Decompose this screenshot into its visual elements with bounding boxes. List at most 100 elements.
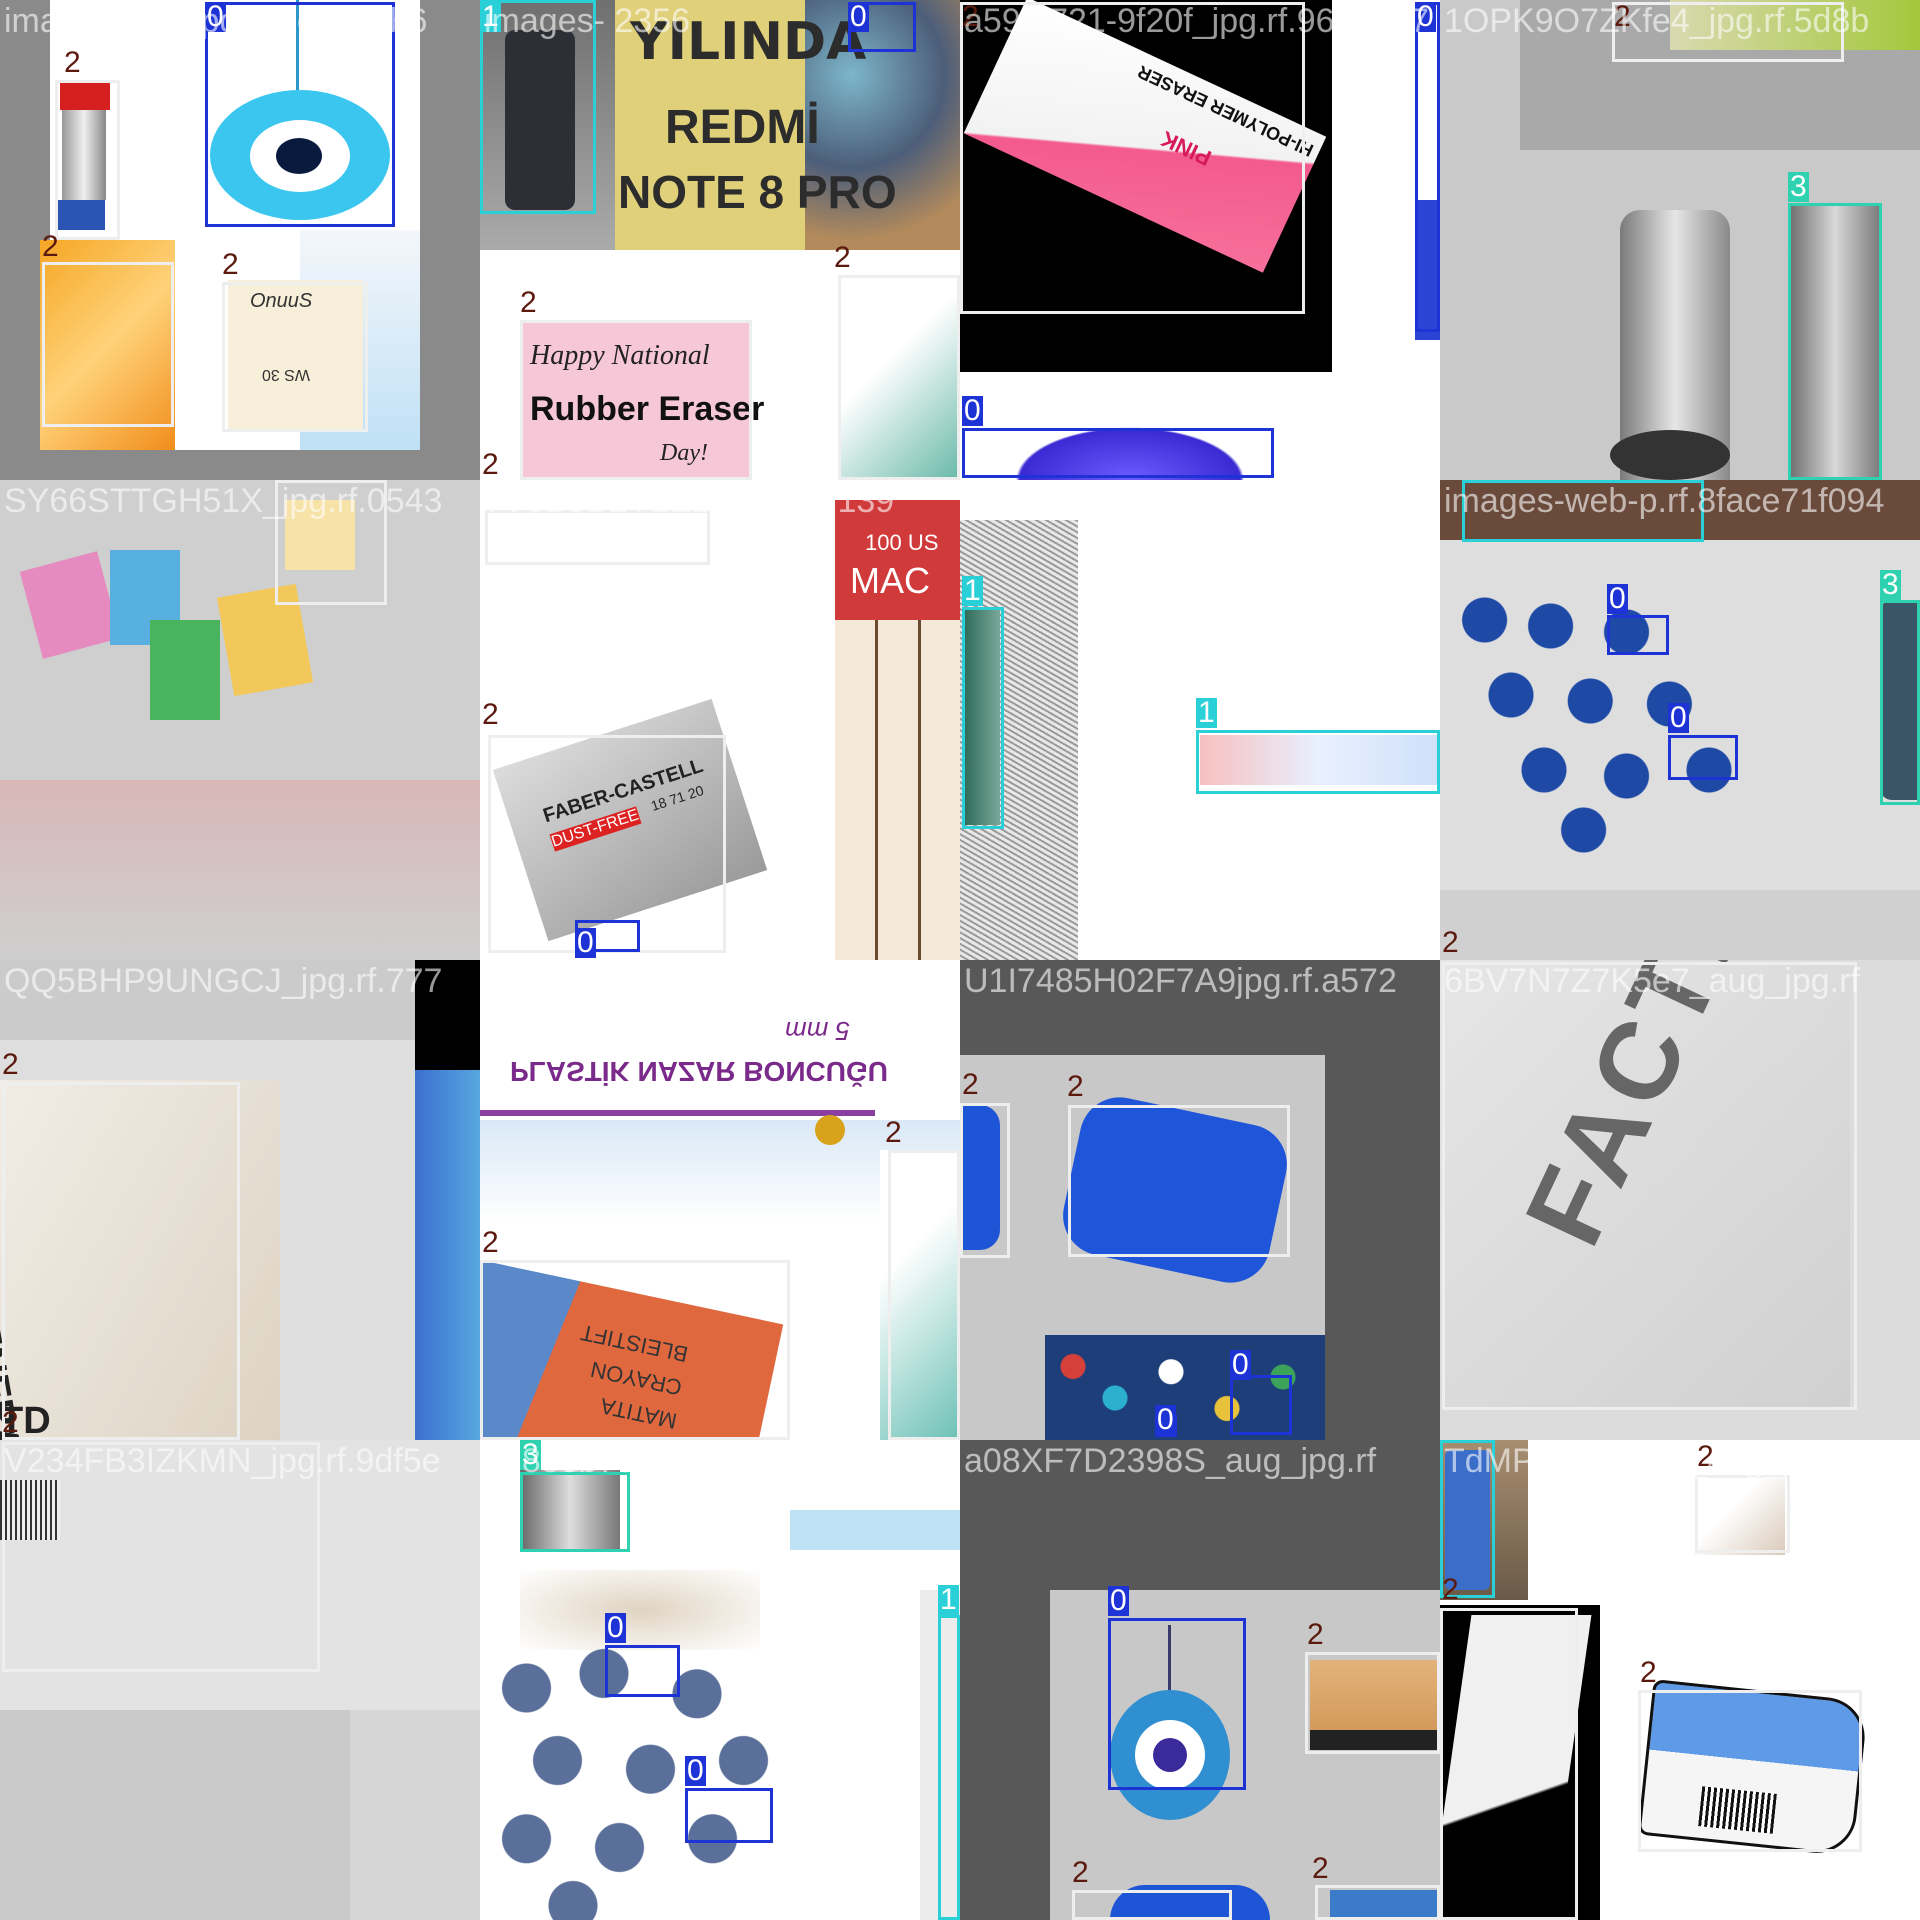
bbox	[1108, 1618, 1246, 1790]
bbox-label: 3	[1788, 170, 1809, 203]
bbox	[55, 80, 120, 240]
tile-filename: SY66STTGH51X_jpg.rf.0543	[4, 482, 443, 520]
bbox	[1442, 962, 1857, 1410]
bbox-label: 2	[42, 230, 59, 263]
bbox-label: 2	[1307, 1618, 1324, 1651]
tile-12: 2 V234FB3IZKMN_jpg.rf.9df5e	[0, 1440, 480, 1920]
bbox	[685, 1788, 773, 1843]
tile-10: 2 2 0 0 U1I7485H02F7A9jpg.rf.a572	[960, 960, 1440, 1440]
bbox-label: 0	[962, 394, 983, 427]
tile-3: 2 3 1OPK9O7ZKfe4_jpg.rf.5d8b	[1440, 0, 1920, 480]
bbox-label: 0	[1607, 582, 1628, 615]
bbox	[1068, 1105, 1290, 1257]
bbox-label: 2	[834, 241, 851, 274]
bbox	[962, 428, 1274, 478]
tile-4: 2 SY66STTGH51X_jpg.rf.0543	[0, 480, 480, 960]
bbox-label: 2	[1072, 1856, 1089, 1889]
tile-filename: a08XF7D2398S_aug_jpg.rf	[964, 1442, 1377, 1480]
tile-filename: 6BV7N7Z7K5e7_aug_jpg.rf	[1444, 962, 1860, 1000]
bbox-label: 1	[962, 574, 983, 607]
bbox	[1880, 600, 1920, 805]
bbox-label: 3	[1880, 568, 1901, 601]
bbox-label: 1	[938, 1583, 959, 1616]
bbox-label: 2	[520, 286, 537, 319]
bbox	[838, 275, 960, 480]
tile-14: 0 2 2 2 a08XF7D2398S_aug_jpg.rf	[960, 1440, 1440, 1920]
mosaic-grid: OnuuS WS 30 0 2 2 2 images-13-_jpg.rf.6c…	[0, 0, 1920, 1920]
bbox	[888, 1150, 960, 1440]
bbox	[520, 320, 752, 480]
bbox	[962, 607, 1004, 829]
tile-1-text-1: REDMİ	[665, 101, 820, 154]
bbox	[480, 1260, 790, 1440]
bbox	[1607, 615, 1669, 655]
bbox	[1788, 203, 1882, 480]
bbox	[42, 262, 174, 427]
bbox-label: 0	[1155, 1403, 1176, 1436]
bbox-label: 2	[482, 698, 499, 731]
bbox	[1668, 735, 1738, 780]
bbox-label: 2	[222, 248, 239, 281]
tile-5-text-0: 100 US	[865, 530, 939, 555]
bbox-label: 2	[482, 1226, 499, 1259]
tile-1: YILINDA REDMİ NOTE 8 PRO Happy National …	[480, 0, 960, 480]
bbox-label: 0	[1668, 701, 1689, 734]
tile-filename: a59 1721-9f20f_jpg.rf.96a0987	[964, 2, 1430, 40]
tile-filename: images- 2356	[484, 2, 691, 40]
bbox	[520, 1472, 630, 1552]
bbox-label: 0	[685, 1754, 706, 1787]
tile-1-text-2: NOTE 8 PRO	[618, 166, 897, 218]
bbox	[605, 1645, 680, 1697]
bbox-label: 2	[482, 448, 499, 480]
bbox-label: 2	[1442, 1573, 1459, 1606]
bbox-label: 2	[885, 1116, 902, 1149]
bbox	[2, 1082, 240, 1440]
tile-filename: 7V5B3B2Y1EB1_jpg.rf.139	[484, 482, 895, 520]
tile-5: 100 US MAC FABER-CASTELL DUST-FREE 18 71…	[480, 480, 960, 960]
tile-filename: images-web-p.rf.8face71f094	[1444, 482, 1885, 520]
tile-11: FACTIS 2 6BV7N7Z7K5e7_aug_jpg.rf	[1440, 960, 1920, 1440]
tile-8: GENERA TD 2 2 QQ5BHP9UNGCJ_jpg.rf.777	[0, 960, 480, 1440]
tile-filename: TdMPTUMB595_aug_jpg.rf	[1444, 1442, 1858, 1480]
bbox	[1638, 1690, 1862, 1852]
tile-15: 1 2 2 2 TdMPTUMB595_aug_jpg.rf	[1440, 1440, 1920, 1920]
tile-filename: e2836b78547c_jpg.rf.e8f34	[484, 1442, 899, 1480]
bbox-label: 2	[1067, 1070, 1084, 1103]
tile-filename: QQ5BHP9UNGCJ_jpg.rf.777	[4, 962, 443, 1000]
tile-9-text-0: 5 mm	[785, 1016, 850, 1046]
bbox	[960, 2, 1305, 314]
tile-0: OnuuS WS 30 0 2 2 2 images-13-_jpg.rf.6c…	[0, 0, 480, 480]
bbox-label: 2	[962, 1068, 979, 1101]
tile-7: 1 0 0 3 2 images-web-p.rf.8face71f094	[1440, 480, 1920, 960]
tile-filename: e30c13e-pasa-celik-t	[964, 482, 1280, 520]
bbox-label: 0	[575, 926, 596, 959]
tile-9: 5 mm PLASTİK NAZAR BONCUĞU BLEISTIFT CRA…	[480, 960, 960, 1440]
bbox	[1415, 2, 1440, 332]
bbox	[960, 1103, 1010, 1258]
tile-filename: dY5Ba8dd2d5_jpg.rf.a5c	[484, 962, 859, 1000]
bbox-label: 1	[1196, 696, 1217, 729]
bbox	[1315, 1885, 1440, 1920]
tile-13: 3 0 0 1 e2836b78547c_jpg.rf.e8f34	[480, 1440, 960, 1920]
bbox	[938, 1615, 960, 1920]
bbox-label: 0	[1108, 1584, 1129, 1617]
tile-filename: 1OPK9O7ZKfe4_jpg.rf.5d8b	[1444, 2, 1870, 40]
bbox-label: 0	[1230, 1348, 1251, 1381]
bbox-label: 2	[1312, 1852, 1329, 1885]
tile-5-text-1: MAC	[850, 560, 930, 601]
bbox	[1230, 1375, 1292, 1435]
tile-filename: V234FB3IZKMN_jpg.rf.9df5e	[4, 1442, 441, 1480]
bbox-label: 2	[1640, 1656, 1657, 1689]
bbox-label: 2	[64, 46, 81, 79]
tile-6: 1 1 e30c13e-pasa-celik-t	[960, 480, 1440, 960]
tile-filename: images-13-_jpg.rf.6ceb44b6	[4, 2, 428, 40]
bbox-label: 2	[1442, 926, 1459, 959]
bbox	[1695, 1475, 1790, 1553]
bbox-label: 0	[605, 1611, 626, 1644]
tile-9-text-1: PLASTİK NAZAR BONCUĞU	[510, 1056, 888, 1087]
bbox	[1196, 730, 1440, 794]
tile-filename: U1I7485H02F7A9jpg.rf.a572	[964, 962, 1397, 1000]
bbox-label: 2	[2, 1048, 19, 1081]
bbox	[1072, 1890, 1232, 1920]
bbox-label: 2	[2, 1406, 19, 1439]
